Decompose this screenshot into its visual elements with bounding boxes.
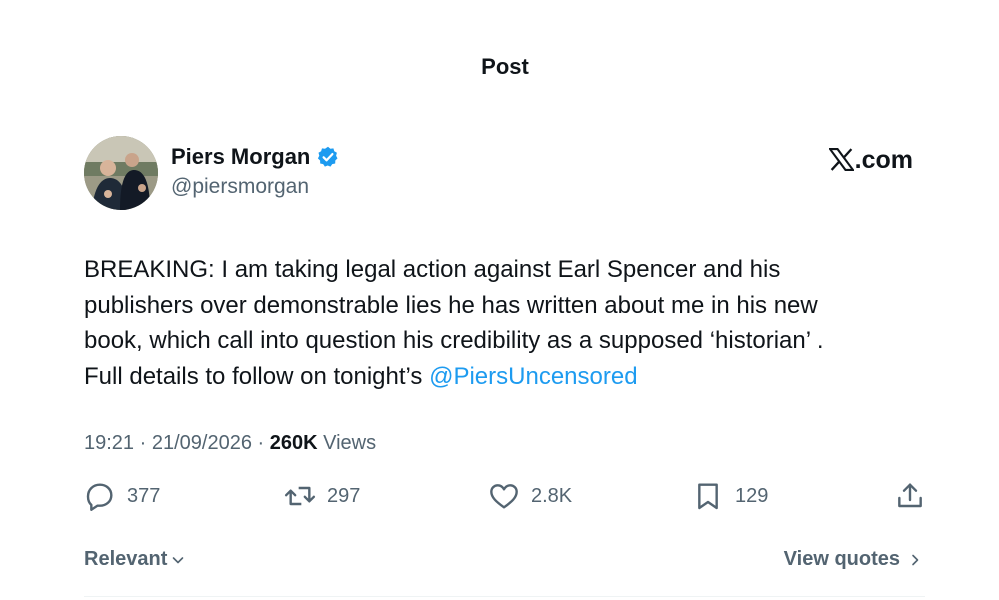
heart-icon xyxy=(490,484,518,509)
sort-replies-dropdown[interactable]: Relevant xyxy=(84,548,185,571)
post-date[interactable]: 21/09/2026 xyxy=(152,432,252,455)
meta-separator: · xyxy=(251,432,270,454)
author-name-row[interactable]: Piers Morgan xyxy=(171,144,340,170)
sort-label: Relevant xyxy=(84,548,168,570)
bookmark-button[interactable]: 129 xyxy=(692,480,768,512)
tweet-line: book, which call into question his credi… xyxy=(84,327,824,354)
x-logo-icon xyxy=(828,148,854,171)
x-brand: .com xyxy=(828,145,913,175)
tweet-line: Full details to follow on tonight’s @Pie… xyxy=(84,359,944,395)
page-title: Post xyxy=(481,54,529,79)
x-brand-suffix: .com xyxy=(854,146,913,174)
reply-button[interactable]: 377 xyxy=(84,480,160,512)
share-button[interactable] xyxy=(894,480,926,512)
views-count: 260K xyxy=(269,432,318,454)
bookmark-count: 129 xyxy=(735,484,769,507)
repost-count: 297 xyxy=(327,484,361,507)
avatar[interactable] xyxy=(84,136,158,210)
tweet-text: BREAKING: I am taking legal action again… xyxy=(84,252,944,394)
chevron-down-icon xyxy=(173,556,184,563)
divider xyxy=(84,596,925,597)
author-display-name[interactable]: Piers Morgan xyxy=(171,144,310,170)
view-quotes-label: View quotes xyxy=(783,548,900,570)
chevron-right-icon xyxy=(912,554,919,565)
repost-button[interactable]: 297 xyxy=(284,480,360,512)
mention-link[interactable]: @PiersUncensored xyxy=(429,363,637,390)
share-icon xyxy=(898,483,922,508)
views-label: Views xyxy=(323,432,377,454)
bookmark-icon xyxy=(698,483,718,510)
avatar-photo xyxy=(84,136,158,210)
reply-icon xyxy=(86,483,113,511)
like-count: 2.8K xyxy=(531,484,573,507)
meta-separator: · xyxy=(134,432,152,454)
tweet-line: publishers over demonstrable lies he has… xyxy=(84,291,818,319)
view-quotes-link[interactable]: View quotes xyxy=(784,548,922,571)
verified-badge-icon xyxy=(316,145,340,169)
reply-count: 377 xyxy=(127,484,161,507)
repost-icon xyxy=(284,486,316,506)
tweet-line: BREAKING: I am taking legal action again… xyxy=(84,256,781,283)
post-time[interactable]: 19:21 xyxy=(84,432,134,455)
like-button[interactable]: 2.8K xyxy=(488,480,572,512)
post-meta: 19:21 · 21/09/2026 · 260K Views xyxy=(84,432,376,455)
author-handle[interactable]: @piersmorgan xyxy=(171,175,309,199)
tweet-line-text: Full details to follow on tonight’s xyxy=(84,362,430,390)
